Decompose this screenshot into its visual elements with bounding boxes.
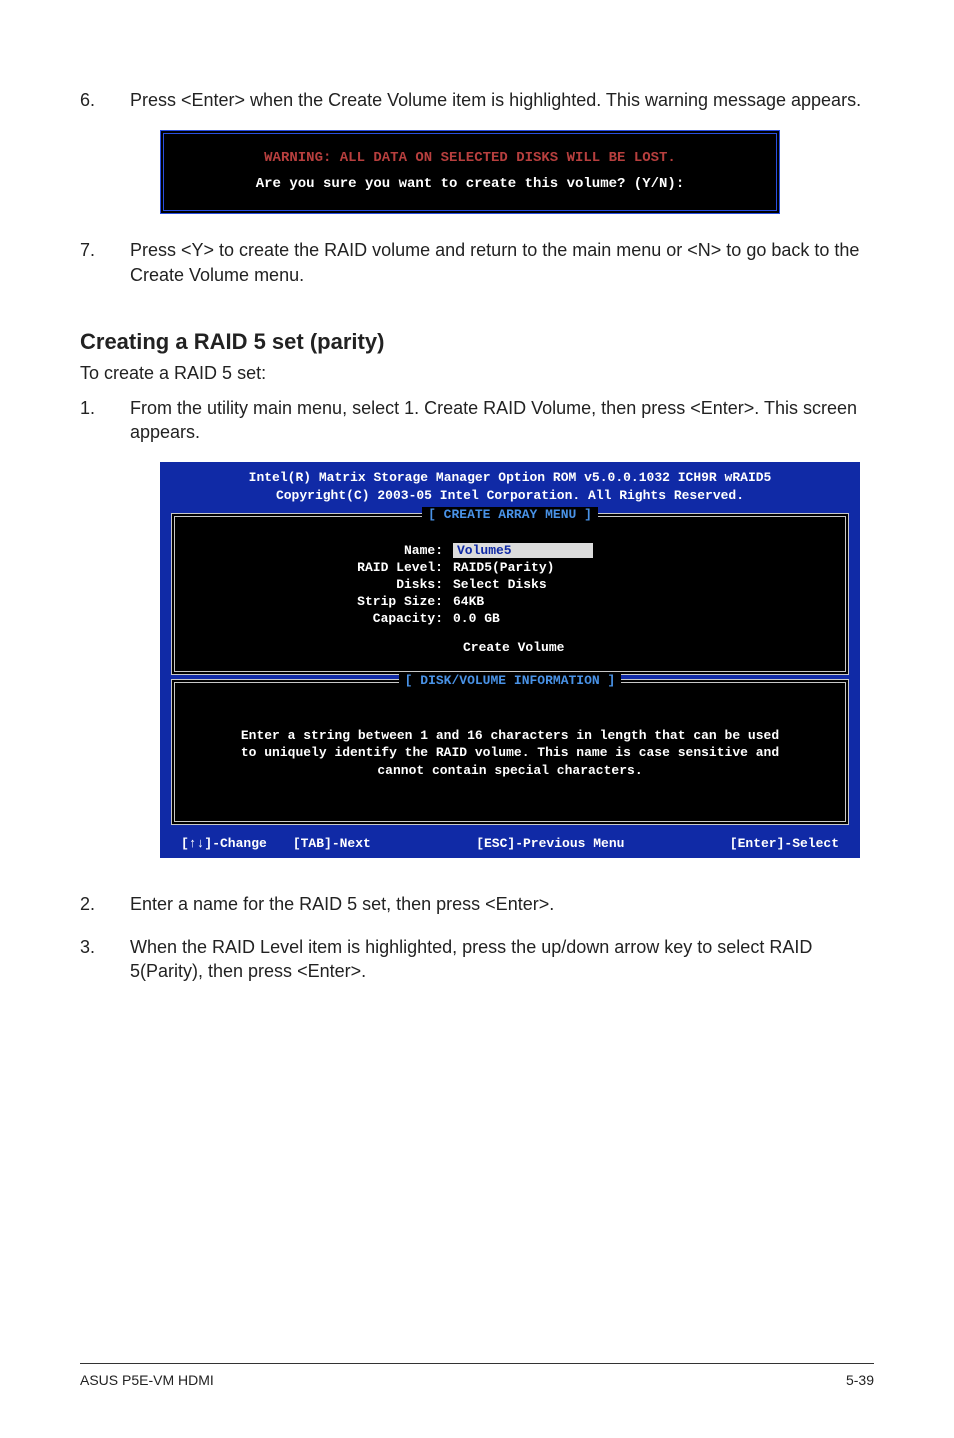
step-number: 2. <box>80 892 130 916</box>
bios-screen: Intel(R) Matrix Storage Manager Option R… <box>160 462 860 858</box>
create-array-menu: [ CREATE ARRAY MENU ] Name: Volume5 RAID… <box>171 513 849 675</box>
disk-volume-info: [ DISK/VOLUME INFORMATION ] Enter a stri… <box>171 679 849 826</box>
key-esc: [ESC]-Previous Menu <box>476 836 624 851</box>
warning-text: WARNING: ALL DATA ON SELECTED DISKS WILL… <box>190 150 750 166</box>
step-number: 3. <box>80 935 130 984</box>
section-heading: Creating a RAID 5 set (parity) <box>80 329 874 355</box>
confirm-prompt: Are you sure you want to create this vol… <box>190 176 750 192</box>
field-label-capacity: Capacity: <box>191 611 453 626</box>
raid-level-value[interactable]: RAID5(Parity) <box>453 560 554 575</box>
info-line: Enter a string between 1 and 16 characte… <box>201 727 819 745</box>
step-number: 1. <box>80 396 130 445</box>
footer-page-number: 5-39 <box>846 1372 874 1388</box>
box-legend: [ CREATE ARRAY MENU ] <box>422 507 598 522</box>
key-next: [TAB]-Next <box>293 836 371 851</box>
field-label-strip: Strip Size: <box>191 594 453 609</box>
key-enter: [Enter]-Select <box>730 836 839 851</box>
key-legend: [↑↓]-Change [TAB]-Next [ESC]-Previous Me… <box>161 833 859 857</box>
field-label-disks: Disks: <box>191 577 453 592</box>
create-volume-action[interactable]: Create Volume <box>191 640 829 655</box>
step-text: From the utility main menu, select 1. Cr… <box>130 396 874 445</box>
step-number: 6. <box>80 88 130 112</box>
field-label-raid: RAID Level: <box>191 560 453 575</box>
warning-panel: WARNING: ALL DATA ON SELECTED DISKS WILL… <box>160 130 780 214</box>
info-line: cannot contain special characters. <box>201 762 819 780</box>
intro-text: To create a RAID 5 set: <box>80 363 874 384</box>
step-text: Press <Y> to create the RAID volume and … <box>130 238 874 287</box>
footer-left: ASUS P5E-VM HDMI <box>80 1372 214 1388</box>
step-text: Enter a name for the RAID 5 set, then pr… <box>130 892 874 916</box>
bios-title-line: Intel(R) Matrix Storage Manager Option R… <box>165 469 855 487</box>
step-number: 7. <box>80 238 130 287</box>
disks-value[interactable]: Select Disks <box>453 577 547 592</box>
info-line: to uniquely identify the RAID volume. Th… <box>201 744 819 762</box>
field-label-name: Name: <box>191 543 453 558</box>
strip-size-value[interactable]: 64KB <box>453 594 484 609</box>
name-input[interactable]: Volume5 <box>453 543 593 558</box>
capacity-value[interactable]: 0.0 GB <box>453 611 500 626</box>
box-legend: [ DISK/VOLUME INFORMATION ] <box>399 673 622 688</box>
step-text: When the RAID Level item is highlighted,… <box>130 935 874 984</box>
key-change: [↑↓]-Change <box>181 836 267 851</box>
step-text: Press <Enter> when the Create Volume ite… <box>130 88 874 112</box>
bios-copyright: Copyright(C) 2003-05 Intel Corporation. … <box>165 487 855 505</box>
